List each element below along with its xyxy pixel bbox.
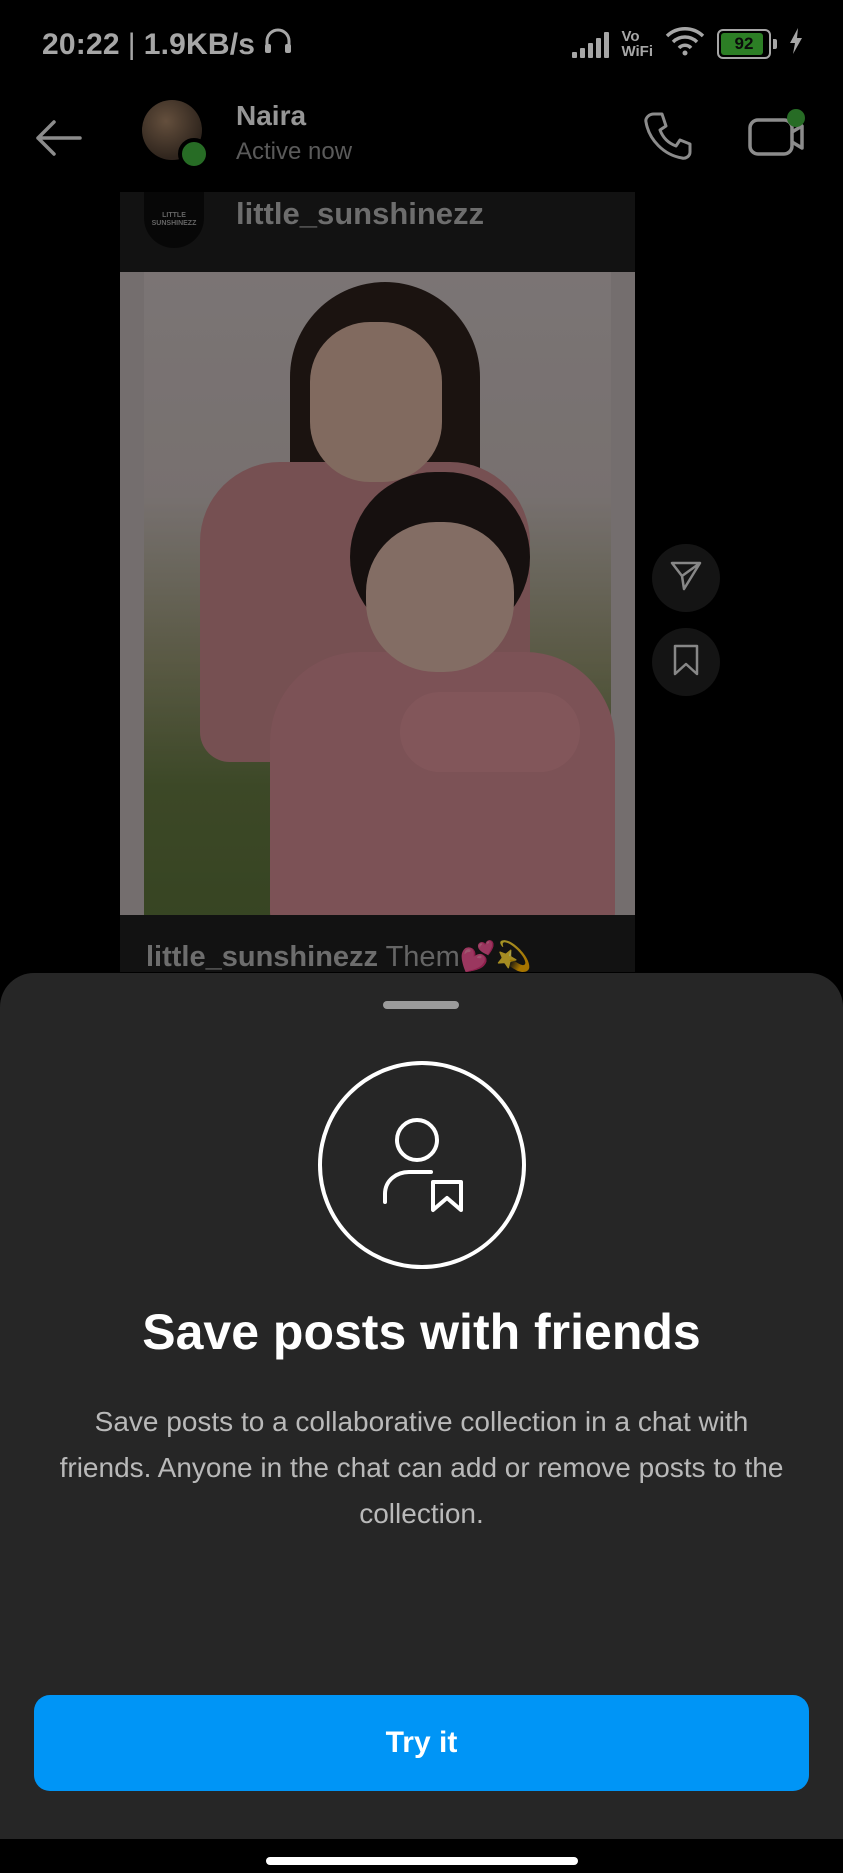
sheet-description: Save posts to a collaborative collection… — [59, 1406, 784, 1529]
sheet-grabber[interactable] — [383, 1001, 459, 1009]
sheet-title: Save posts with friends — [142, 1304, 701, 1360]
try-it-button[interactable]: Try it — [34, 1695, 809, 1791]
person-bookmark-icon — [318, 1061, 526, 1269]
home-indicator[interactable] — [266, 1857, 578, 1865]
bottom-sheet: Save posts with friends Save posts to a … — [0, 973, 843, 1873]
navigation-bar — [0, 1839, 843, 1873]
